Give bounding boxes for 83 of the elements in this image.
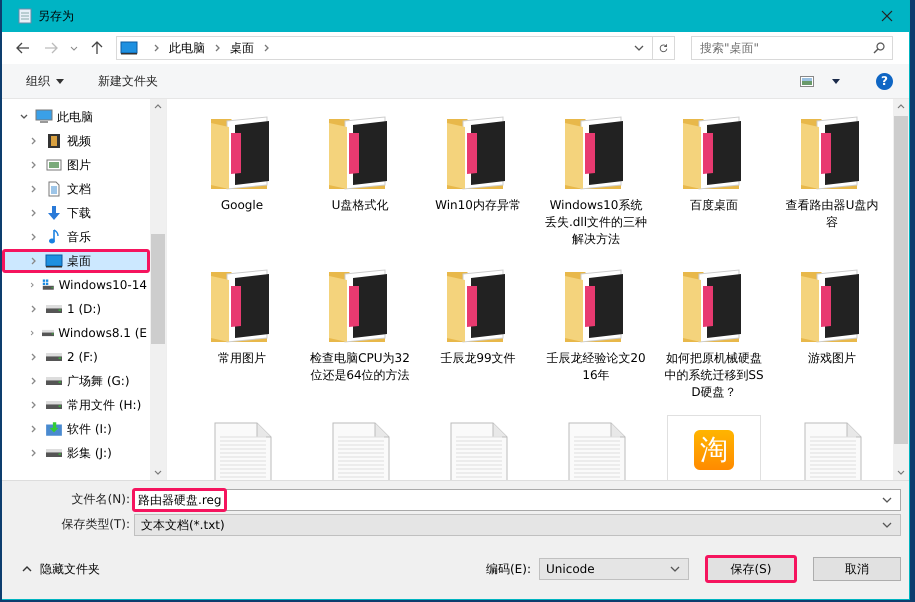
dropdown-icon bbox=[670, 566, 680, 572]
sidebar-item[interactable]: 图片 bbox=[2, 153, 150, 177]
sidebar-item[interactable]: 视频 bbox=[2, 129, 150, 153]
computer-icon bbox=[35, 109, 53, 125]
breadcrumb[interactable]: 此电脑 bbox=[169, 40, 205, 56]
filename-field[interactable]: 路由器硬盘.reg bbox=[134, 488, 901, 510]
scroll-up-icon[interactable] bbox=[897, 104, 905, 109]
dropdown-icon[interactable] bbox=[634, 45, 644, 51]
file-item[interactable]: 壬辰龙99文件 bbox=[419, 266, 537, 419]
organize-menu[interactable]: 组织 bbox=[18, 68, 72, 94]
close-icon bbox=[881, 10, 893, 22]
sidebar-item[interactable]: 桌面 bbox=[2, 249, 150, 273]
sidebar-item[interactable]: 软件 (I:) bbox=[2, 417, 150, 441]
file-item[interactable]: Windows10系统丢失.dll文件的三种解决方法 bbox=[537, 113, 655, 266]
picture-icon bbox=[45, 157, 63, 173]
expand-chevron-icon[interactable] bbox=[29, 280, 36, 290]
sidebar-item[interactable]: 2 (F:) bbox=[2, 345, 150, 369]
cancel-button[interactable]: 取消 bbox=[813, 557, 901, 581]
drive-icon bbox=[45, 305, 63, 313]
drive-icon bbox=[45, 377, 63, 385]
sidebar-item[interactable]: 1 (D:) bbox=[2, 297, 150, 321]
address-bar[interactable]: 此电脑 桌面 bbox=[116, 36, 675, 60]
file-item[interactable]: U盘格式化 bbox=[301, 113, 419, 266]
window-title: 另存为 bbox=[38, 8, 74, 24]
sidebar-item[interactable]: 影集 (J:) bbox=[2, 441, 150, 465]
down-arrow-icon bbox=[45, 205, 63, 221]
picture-icon bbox=[800, 76, 814, 86]
file-item[interactable]: 查看路由器U盘内容 bbox=[773, 113, 891, 266]
sidebar-item[interactable]: 文档 bbox=[2, 177, 150, 201]
scroll-down-icon[interactable] bbox=[897, 470, 905, 475]
drive-icon bbox=[45, 353, 63, 361]
scroll-up-icon[interactable] bbox=[154, 104, 162, 109]
sidebar-item[interactable]: Windows10-14 bbox=[2, 273, 150, 297]
search-icon bbox=[873, 42, 885, 54]
film-icon bbox=[45, 133, 63, 149]
chevron-down-icon bbox=[70, 46, 78, 50]
sidebar-item[interactable]: Windows8.1 (E bbox=[2, 321, 150, 345]
encoding-dropdown[interactable]: Unicode bbox=[539, 558, 689, 580]
drive-icon bbox=[42, 329, 54, 337]
breadcrumb[interactable]: 桌面 bbox=[230, 40, 254, 56]
drive-icon bbox=[45, 449, 63, 457]
caret-icon bbox=[832, 78, 840, 84]
file-item[interactable]: 游戏图片 bbox=[773, 266, 891, 419]
chevron-up-icon bbox=[22, 566, 32, 572]
file-item[interactable]: 常用图片 bbox=[183, 266, 301, 419]
refresh-icon bbox=[659, 42, 668, 54]
scrollbar[interactable] bbox=[150, 99, 166, 480]
file-item[interactable]: 百度桌面 bbox=[655, 113, 773, 266]
sidebar-item[interactable]: 常用文件 (H:) bbox=[2, 393, 150, 417]
up-arrow-icon bbox=[91, 41, 103, 55]
file-item[interactable]: 检查电脑CPU为32位还是64位的方法 bbox=[301, 266, 419, 419]
chevron-icon bbox=[264, 44, 269, 52]
sidebar-item[interactable]: 下载 bbox=[2, 201, 150, 225]
field-label: 保存类型(T): bbox=[60, 516, 131, 533]
monitor-icon bbox=[45, 253, 63, 269]
file-item[interactable]: 壬辰龙经验论文2016年 bbox=[537, 266, 655, 419]
dropdown-icon bbox=[882, 522, 892, 528]
hide-folders-toggle[interactable]: 隐藏文件夹 bbox=[22, 560, 100, 578]
scroll-down-icon[interactable] bbox=[154, 470, 162, 475]
expand-chevron-icon[interactable] bbox=[29, 328, 36, 338]
right-arrow-icon bbox=[44, 42, 58, 54]
chevron-icon bbox=[154, 44, 159, 52]
file-item[interactable]: Win10内存异常 bbox=[419, 113, 537, 266]
sidebar-item[interactable]: 广场舞 (G:) bbox=[2, 369, 150, 393]
notepad-icon bbox=[18, 8, 32, 24]
new-folder-button[interactable]: 新建文件夹 bbox=[90, 68, 166, 94]
chevron-icon bbox=[215, 44, 220, 52]
field-label: 文件名(N): bbox=[70, 491, 131, 508]
left-arrow-icon bbox=[16, 42, 30, 54]
scrollbar[interactable] bbox=[893, 99, 909, 480]
dropdown-icon[interactable] bbox=[882, 496, 892, 502]
sidebar-item[interactable]: 此电脑 bbox=[2, 105, 150, 129]
drive-icon bbox=[45, 421, 63, 437]
file-type-dropdown[interactable]: 文本文档(*.txt) bbox=[134, 514, 901, 536]
search-field[interactable]: 搜索"桌面" bbox=[691, 36, 893, 60]
sidebar-item[interactable]: 音乐 bbox=[2, 225, 150, 249]
file-item[interactable]: Google bbox=[183, 113, 301, 266]
drive-icon bbox=[45, 401, 63, 409]
help-button[interactable]: ? bbox=[876, 72, 893, 90]
caret-icon bbox=[56, 78, 64, 84]
field-label: 编码(E): bbox=[486, 560, 531, 578]
save-button[interactable]: 保存(S) bbox=[705, 555, 797, 583]
monitor-icon bbox=[120, 41, 138, 55]
